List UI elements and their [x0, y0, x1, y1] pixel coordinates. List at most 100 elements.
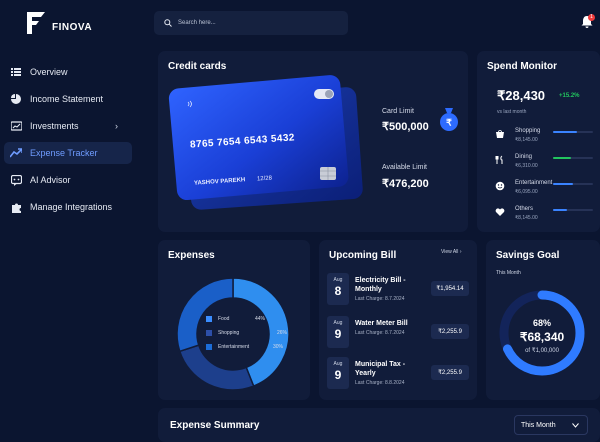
- bill-row-water[interactable]: Aug 9 Water Meter Bill Last Charge: 8.7.…: [327, 316, 469, 352]
- percent-label-food: 44%: [255, 316, 266, 322]
- search-input[interactable]: Search here...: [154, 11, 348, 35]
- chevron-right-icon: ›: [459, 249, 462, 255]
- category-name: Shopping: [515, 128, 541, 134]
- percent-label-entertainment: 30%: [273, 344, 284, 350]
- card-limit-value: ₹500,000: [382, 121, 429, 133]
- search-icon: [164, 19, 172, 27]
- sidebar-item-label: Income Statement: [30, 94, 104, 104]
- category-amount: ₹8,145.00: [515, 137, 538, 143]
- card-toggle-icon: [314, 89, 334, 99]
- bill-amount[interactable]: ₹2,255.9: [431, 365, 469, 380]
- spend-category-shopping[interactable]: Shopping ₹8,145.00: [477, 125, 600, 147]
- savings-goal-panel: Savings Goal This Month 68% ₹68,340 of ₹…: [486, 240, 600, 400]
- bill-date: Aug 9: [327, 357, 349, 389]
- spend-category-dining[interactable]: Dining ₹6,310.00: [477, 151, 600, 173]
- sidebar-nav: Overview Income Statement Investments › …: [4, 61, 132, 223]
- bill-day: 9: [334, 368, 342, 382]
- category-amount: ₹6,310.00: [515, 163, 538, 169]
- legend-item-shopping: Shopping: [206, 330, 239, 336]
- bill-last-charge: Last Charge: 8.7.2024: [355, 330, 405, 336]
- upcoming-bill-panel: Upcoming Bill View All › Aug 8 Electrici…: [319, 240, 477, 400]
- trend-icon: [10, 147, 22, 159]
- spend-monitor-panel: Spend Monitor ₹28,430 +15.2% vs last mon…: [477, 51, 600, 232]
- panel-title: Expense Summary: [170, 420, 260, 431]
- expenses-panel: Expenses: [158, 240, 310, 400]
- savings-target: of ₹1,00,000: [525, 348, 559, 354]
- panel-title: Spend Monitor: [487, 61, 557, 72]
- available-limit-label: Available Limit: [382, 164, 428, 171]
- heart-icon: [495, 208, 505, 216]
- percent-label-shopping: 26%: [277, 330, 288, 336]
- sidebar: FINOVA Overview Income Statement Investm…: [0, 0, 146, 442]
- bill-row-municipal-tax[interactable]: Aug 9 Municipal Tax - Yearly Last Charge…: [327, 357, 469, 393]
- sidebar-item-label: Investments: [30, 121, 79, 131]
- bill-amount[interactable]: ₹2,255.9: [431, 324, 469, 339]
- category-bar: [553, 131, 577, 133]
- category-name: Dining: [515, 154, 533, 160]
- search-placeholder: Search here...: [178, 20, 216, 26]
- bill-last-charge: Last Charge: 8.7.2024: [355, 296, 405, 302]
- spend-period: vs last month: [497, 109, 527, 115]
- sidebar-item-label: Expense Tracker: [30, 148, 98, 158]
- savings-percent: 68%: [532, 318, 551, 328]
- sidebar-item-income-statement[interactable]: Income Statement: [4, 88, 132, 110]
- savings-period: This Month: [496, 270, 521, 276]
- sidebar-item-ai-advisor[interactable]: AI Advisor: [4, 169, 132, 191]
- bill-amount[interactable]: ₹1,954.14: [431, 281, 469, 296]
- shopping-icon: [496, 130, 504, 138]
- bill-date: Aug 9: [327, 316, 349, 348]
- sidebar-item-manage-integrations[interactable]: Manage Integrations: [4, 196, 132, 218]
- bill-month: Aug: [333, 277, 343, 283]
- spend-category-entertainment[interactable]: Entertainment ₹6,095.00: [477, 177, 600, 199]
- view-all-label: View All: [441, 249, 459, 255]
- panel-title: Credit cards: [168, 61, 227, 72]
- bill-last-charge: Last Charge: 8.8.2024: [355, 380, 405, 386]
- range-select[interactable]: This Month: [514, 415, 588, 435]
- chevron-down-icon: [572, 423, 579, 428]
- investments-icon: [10, 120, 22, 132]
- sidebar-item-label: Manage Integrations: [30, 202, 113, 212]
- sidebar-item-expense-tracker[interactable]: Expense Tracker: [4, 142, 132, 164]
- sidebar-item-overview[interactable]: Overview: [4, 61, 132, 83]
- chevron-right-icon[interactable]: ›: [115, 121, 118, 131]
- legend-label: Shopping: [218, 330, 240, 336]
- category-amount: ₹8,145.00: [515, 215, 538, 221]
- category-name: Others: [515, 206, 534, 212]
- spend-category-others[interactable]: Others ₹8,145.00: [477, 203, 600, 225]
- card-expiry: 12/28: [256, 175, 273, 183]
- view-all-link[interactable]: View All ›: [441, 249, 461, 255]
- card-limit-label: Card Limit: [382, 108, 414, 115]
- chat-icon: [10, 174, 22, 186]
- chip-icon: [320, 167, 336, 180]
- legend-label: Entertainment: [218, 344, 250, 350]
- category-bar: [553, 183, 573, 185]
- bill-day: 9: [334, 327, 342, 341]
- panel-title: Expenses: [168, 250, 215, 261]
- notification-badge: 1: [588, 14, 595, 21]
- sidebar-item-label: AI Advisor: [30, 175, 71, 185]
- bill-row-electricity[interactable]: Aug 8 Electricity Bill - Monthly Last Ch…: [327, 273, 469, 309]
- donut-slice-shopping[interactable]: [178, 344, 255, 391]
- puzzle-icon: [10, 201, 22, 213]
- legend-swatch: [206, 316, 212, 322]
- category-bar: [553, 157, 571, 159]
- bill-day: 8: [334, 284, 342, 298]
- legend-swatch: [206, 330, 212, 336]
- bill-name: Municipal Tax - Yearly: [355, 361, 406, 377]
- dining-icon: [495, 155, 503, 164]
- sidebar-item-investments[interactable]: Investments ›: [4, 115, 132, 137]
- bill-date: Aug 8: [327, 273, 349, 305]
- legend-label: Food: [218, 316, 230, 322]
- donut-slice-entertainment[interactable]: [176, 277, 234, 353]
- pie-chart-icon: [10, 93, 22, 105]
- available-limit-value: ₹476,200: [382, 178, 429, 190]
- money-bag-icon: ₹: [440, 108, 458, 131]
- app-logo[interactable]: FINOVA: [24, 10, 92, 36]
- bill-name: Water Meter Bill: [355, 320, 408, 327]
- panel-title: Savings Goal: [496, 250, 560, 261]
- credit-cards-panel: Credit cards 8765 7654 6543 5432 YASHOV …: [158, 51, 468, 232]
- spend-change: +15.2%: [559, 93, 580, 99]
- category-name: Entertainment: [515, 180, 553, 186]
- contactless-icon: [187, 100, 192, 108]
- legend-item-entertainment: Entertainment: [206, 344, 249, 350]
